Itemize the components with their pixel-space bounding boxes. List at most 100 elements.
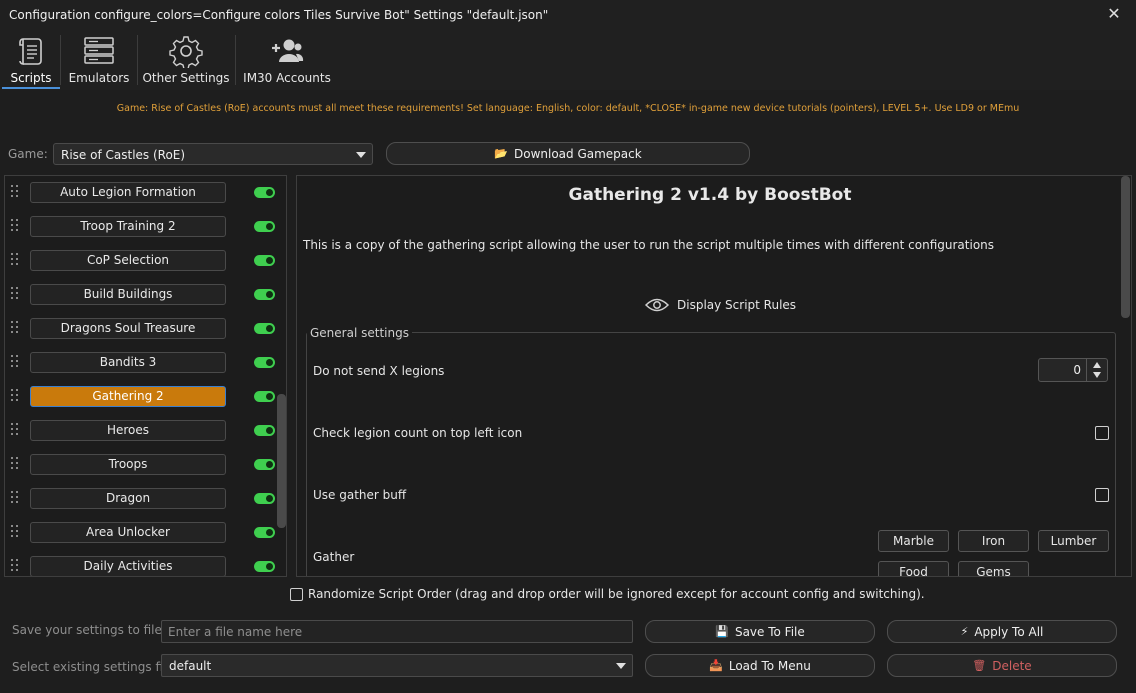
drag-handle-icon[interactable] [11,355,19,369]
drag-handle-icon[interactable] [11,559,19,573]
script-button[interactable]: Bandits 3 [30,352,226,373]
randomize-checkbox[interactable] [290,587,303,601]
tab-other-settings[interactable]: Other Settings [141,30,231,90]
legions-spinbox[interactable]: 0 [1038,358,1108,382]
script-enabled-toggle[interactable] [254,187,275,198]
resource-lumber-button[interactable]: Lumber [1038,530,1109,552]
load-to-menu-label: Load To Menu [728,658,811,673]
script-button[interactable]: Dragon [30,488,226,509]
legion-count-checkbox[interactable] [1095,426,1109,440]
tab-scripts[interactable]: Scripts [2,30,60,90]
script-button[interactable]: Troops [30,454,226,475]
apply-to-all-button[interactable]: ⚡ Apply To All [887,620,1117,643]
save-settings-label: Save your settings to file [12,623,162,637]
drag-handle-icon[interactable] [11,491,19,505]
delete-label: Delete [992,658,1032,673]
group-title: General settings [307,326,412,340]
drag-handle-icon[interactable] [11,389,19,403]
tab-im30-accounts[interactable]: IM30 Accounts [240,30,334,90]
tab-bar: Scripts Emulators Other Settings IM30 Ac… [0,30,1136,90]
resource-food-button[interactable]: Food [878,561,949,576]
script-button[interactable]: Heroes [30,420,226,441]
script-row[interactable]: Gathering 2 [5,380,275,414]
drag-handle-icon[interactable] [11,321,19,335]
drag-handle-icon[interactable] [11,253,19,267]
settings-file-select[interactable]: default [161,654,633,677]
drag-handle-icon[interactable] [11,457,19,471]
script-button[interactable]: Troop Training 2 [30,216,226,237]
randomize-option[interactable]: Randomize Script Order (drag and drop or… [290,587,925,601]
drag-handle-icon[interactable] [11,423,19,437]
resource-gems-button[interactable]: Gems [958,561,1029,576]
script-row[interactable]: Auto Legion Formation [5,176,275,210]
delete-button[interactable]: 🗑 Delete [887,654,1117,677]
script-row[interactable]: Dragons Soul Treasure [5,312,275,346]
script-row[interactable]: Daily Activities [5,550,275,576]
script-row[interactable]: Dragon [5,482,275,516]
drag-handle-icon[interactable] [11,525,19,539]
script-button[interactable]: Daily Activities [30,556,226,576]
display-rules-button[interactable]: Display Script Rules [645,297,796,313]
script-row[interactable]: Area Unlocker [5,516,275,550]
gear-icon [169,36,203,68]
script-enabled-toggle[interactable] [254,391,275,402]
tab-label: Other Settings [142,71,230,85]
chevron-down-icon [616,663,626,669]
game-label: Game: [8,147,48,161]
drag-handle-icon[interactable] [11,287,19,301]
script-list-scrollbar[interactable] [277,394,286,528]
tab-divider [235,35,236,85]
script-button[interactable]: CoP Selection [30,250,226,271]
script-enabled-toggle[interactable] [254,527,275,538]
script-list[interactable]: Auto Legion Formation Troop Training 2 CoP… [4,175,287,577]
file-name-input[interactable] [161,620,633,643]
lightning-icon: ⚡ [960,625,969,638]
script-enabled-toggle[interactable] [254,425,275,436]
load-to-menu-button[interactable]: 📥 Load To Menu [645,654,875,677]
tab-emulators[interactable]: Emulators [63,30,135,90]
close-icon[interactable]: ✕ [1106,5,1122,23]
script-row[interactable]: CoP Selection [5,244,275,278]
script-description: This is a copy of the gathering script a… [303,238,995,252]
drag-handle-icon[interactable] [11,185,19,199]
script-row[interactable]: Troops [5,448,275,482]
randomize-label: Randomize Script Order (drag and drop or… [308,587,925,601]
tab-divider [137,35,138,85]
script-button[interactable]: Gathering 2 [30,386,226,407]
script-enabled-toggle[interactable] [254,323,275,334]
script-button[interactable]: Dragons Soul Treasure [30,318,226,339]
download-gamepack-button[interactable]: 📂 Download Gamepack [386,142,750,165]
script-button[interactable]: Auto Legion Formation [30,182,226,203]
spin-down-icon[interactable] [1093,372,1101,378]
script-button[interactable]: Build Buildings [30,284,226,305]
spin-up-icon[interactable] [1093,362,1101,368]
window-title: Configuration configure_colors=Configure… [9,8,549,22]
script-enabled-toggle[interactable] [254,289,275,300]
script-enabled-toggle[interactable] [254,357,275,368]
select-settings-label: Select existing settings file [12,660,174,674]
gather-buff-checkbox[interactable] [1095,488,1109,502]
active-tab-indicator [2,87,60,89]
detail-scrollbar[interactable] [1121,176,1130,318]
script-enabled-toggle[interactable] [254,255,275,266]
display-rules-label: Display Script Rules [677,298,797,312]
script-row[interactable]: Build Buildings [5,278,275,312]
script-button[interactable]: Area Unlocker [30,522,226,543]
title-bar: Configuration configure_colors=Configure… [0,0,1136,30]
save-icon: 💾 [715,625,729,638]
script-enabled-toggle[interactable] [254,561,275,572]
script-row[interactable]: Bandits 3 [5,346,275,380]
script-enabled-toggle[interactable] [254,459,275,470]
resource-marble-button[interactable]: Marble [878,530,949,552]
resource-iron-button[interactable]: Iron [958,530,1029,552]
game-select[interactable]: Rise of Castles (RoE) [53,143,373,165]
script-row[interactable]: Heroes [5,414,275,448]
users-icon [272,39,304,62]
script-enabled-toggle[interactable] [254,493,275,504]
scroll-icon [19,38,42,65]
eye-icon [645,298,669,312]
save-to-file-button[interactable]: 💾 Save To File [645,620,875,643]
drag-handle-icon[interactable] [11,219,19,233]
script-row[interactable]: Troop Training 2 [5,210,275,244]
script-enabled-toggle[interactable] [254,221,275,232]
